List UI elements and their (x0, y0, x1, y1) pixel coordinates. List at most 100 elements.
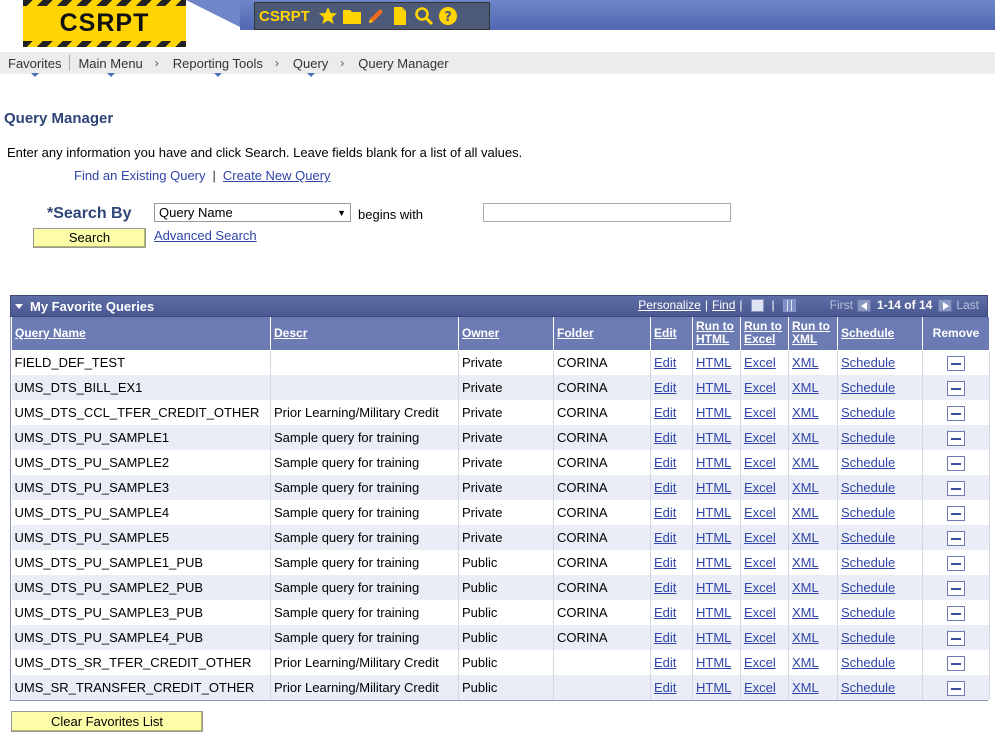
search-button[interactable]: Search (33, 228, 146, 248)
run-xml-link[interactable]: XML (792, 630, 819, 645)
remove-icon[interactable] (947, 405, 965, 421)
schedule-link[interactable]: Schedule (841, 530, 895, 545)
edit-link[interactable]: Edit (654, 480, 676, 495)
help-icon[interactable]: ? (438, 6, 458, 26)
col-query-name[interactable]: Query Name (11, 317, 271, 351)
run-html-link[interactable]: HTML (696, 630, 731, 645)
run-html-link[interactable]: HTML (696, 530, 731, 545)
col-run-excel[interactable]: Run to Excel (740, 317, 789, 351)
run-html-link[interactable]: HTML (696, 355, 731, 370)
find-link[interactable]: Find (712, 298, 735, 312)
grid-title[interactable]: My Favorite Queries (11, 299, 154, 314)
run-html-link[interactable]: HTML (696, 605, 731, 620)
col-edit[interactable]: Edit (650, 317, 693, 351)
create-new-query-link[interactable]: Create New Query (223, 168, 331, 183)
col-schedule-label[interactable]: Schedule (841, 326, 894, 340)
run-html-link[interactable]: HTML (696, 430, 731, 445)
download-excel-icon[interactable] (782, 298, 796, 312)
run-excel-link[interactable]: Excel (744, 480, 776, 495)
nav-main-menu[interactable]: Main Menu (76, 56, 144, 77)
remove-icon[interactable] (947, 505, 965, 521)
run-excel-link[interactable]: Excel (744, 405, 776, 420)
schedule-link[interactable]: Schedule (841, 480, 895, 495)
search-field-select[interactable]: Query Name ▼ (154, 203, 351, 222)
star-icon[interactable] (318, 6, 338, 26)
schedule-link[interactable]: Schedule (841, 505, 895, 520)
remove-icon[interactable] (947, 680, 965, 696)
run-html-link[interactable]: HTML (696, 680, 731, 695)
col-folder[interactable]: Folder (553, 317, 651, 351)
edit-link[interactable]: Edit (654, 530, 676, 545)
personalize-link[interactable]: Personalize (638, 298, 701, 312)
col-owner[interactable]: Owner (458, 317, 554, 351)
col-schedule[interactable]: Schedule (837, 317, 923, 351)
pencil-icon[interactable] (366, 6, 386, 26)
col-edit-label[interactable]: Edit (654, 326, 677, 340)
schedule-link[interactable]: Schedule (841, 680, 895, 695)
col-run-excel-line1[interactable]: Run to (744, 319, 782, 333)
previous-icon[interactable] (856, 298, 871, 312)
edit-link[interactable]: Edit (654, 630, 676, 645)
remove-icon[interactable] (947, 455, 965, 471)
run-excel-link[interactable]: Excel (744, 505, 776, 520)
col-run-xml[interactable]: Run to XML (788, 317, 838, 351)
edit-link[interactable]: Edit (654, 380, 676, 395)
edit-link[interactable]: Edit (654, 455, 676, 470)
edit-link[interactable]: Edit (654, 580, 676, 595)
edit-link[interactable]: Edit (654, 655, 676, 670)
col-query-name-label[interactable]: Query Name (15, 326, 86, 340)
run-html-link[interactable]: HTML (696, 555, 731, 570)
run-excel-link[interactable]: Excel (744, 655, 776, 670)
run-xml-link[interactable]: XML (792, 430, 819, 445)
remove-icon[interactable] (947, 580, 965, 596)
run-excel-link[interactable]: Excel (744, 630, 776, 645)
search-value-input[interactable] (483, 203, 731, 222)
run-excel-link[interactable]: Excel (744, 555, 776, 570)
next-icon[interactable] (938, 298, 953, 312)
schedule-link[interactable]: Schedule (841, 355, 895, 370)
remove-icon[interactable] (947, 430, 965, 446)
remove-icon[interactable] (947, 480, 965, 496)
run-html-link[interactable]: HTML (696, 580, 731, 595)
remove-icon[interactable] (947, 380, 965, 396)
schedule-link[interactable]: Schedule (841, 630, 895, 645)
search-icon[interactable] (414, 6, 434, 26)
document-icon[interactable] (390, 6, 410, 26)
remove-icon[interactable] (947, 655, 965, 671)
clear-favorites-button[interactable]: Clear Favorites List (11, 711, 203, 732)
schedule-link[interactable]: Schedule (841, 455, 895, 470)
remove-icon[interactable] (947, 555, 965, 571)
edit-link[interactable]: Edit (654, 605, 676, 620)
run-xml-link[interactable]: XML (792, 405, 819, 420)
nav-favorites[interactable]: Favorites (6, 56, 63, 77)
find-existing-query-link[interactable]: Find an Existing Query (74, 168, 206, 183)
col-owner-label[interactable]: Owner (462, 326, 499, 340)
run-excel-link[interactable]: Excel (744, 680, 776, 695)
run-html-link[interactable]: HTML (696, 380, 731, 395)
run-xml-link[interactable]: XML (792, 455, 819, 470)
run-html-link[interactable]: HTML (696, 655, 731, 670)
col-run-excel-line2[interactable]: Excel (744, 332, 775, 346)
run-excel-link[interactable]: Excel (744, 580, 776, 595)
remove-icon[interactable] (947, 530, 965, 546)
run-html-link[interactable]: HTML (696, 480, 731, 495)
run-xml-link[interactable]: XML (792, 355, 819, 370)
remove-icon[interactable] (947, 355, 965, 371)
run-excel-link[interactable]: Excel (744, 530, 776, 545)
run-excel-link[interactable]: Excel (744, 355, 776, 370)
nav-query[interactable]: Query (291, 56, 330, 77)
schedule-link[interactable]: Schedule (841, 380, 895, 395)
run-xml-link[interactable]: XML (792, 530, 819, 545)
run-xml-link[interactable]: XML (792, 580, 819, 595)
edit-link[interactable]: Edit (654, 355, 676, 370)
remove-icon[interactable] (947, 605, 965, 621)
remove-icon[interactable] (947, 630, 965, 646)
run-excel-link[interactable]: Excel (744, 605, 776, 620)
edit-link[interactable]: Edit (654, 505, 676, 520)
schedule-link[interactable]: Schedule (841, 555, 895, 570)
run-xml-link[interactable]: XML (792, 655, 819, 670)
schedule-link[interactable]: Schedule (841, 655, 895, 670)
col-run-xml-line2[interactable]: XML (792, 332, 817, 346)
col-descr-label[interactable]: Descr (274, 326, 307, 340)
run-xml-link[interactable]: XML (792, 480, 819, 495)
